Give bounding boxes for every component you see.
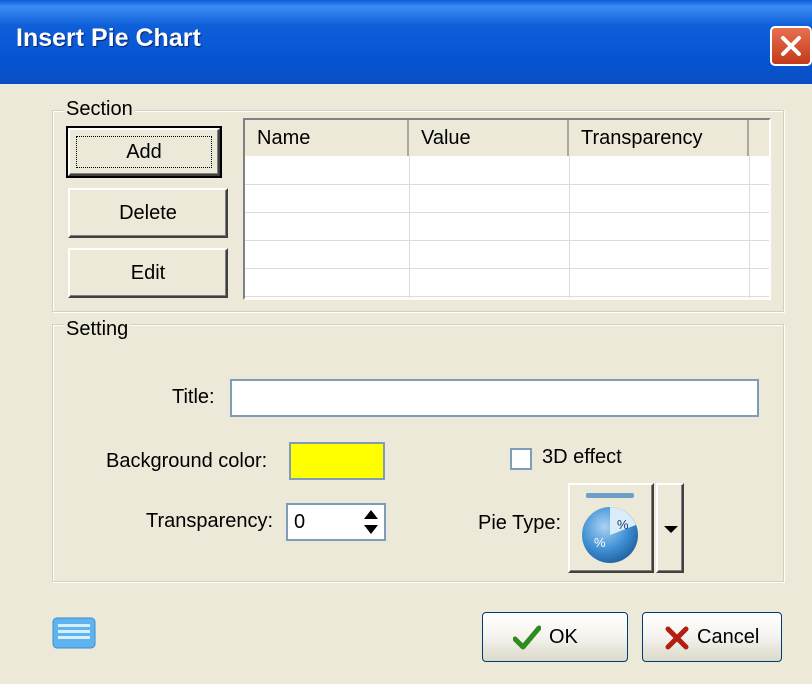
svg-text:%: % <box>594 535 606 550</box>
close-icon <box>781 36 801 56</box>
setting-legend: Setting <box>64 318 131 341</box>
grid-line <box>409 156 410 298</box>
pie-type-label: Pie Type: <box>478 512 562 534</box>
pie-percent-icon: % % <box>582 493 638 563</box>
spinner-arrows-icon[interactable] <box>360 507 382 537</box>
x-icon <box>665 626 689 650</box>
svg-text:%: % <box>617 517 629 532</box>
title-input[interactable] <box>230 379 759 417</box>
ok-button-label: OK <box>549 626 578 648</box>
column-header-name[interactable]: Name <box>245 120 409 156</box>
ok-button[interactable]: OK <box>482 612 628 662</box>
section-legend: Section <box>64 98 135 121</box>
column-header-value[interactable]: Value <box>409 120 569 156</box>
grid-line <box>749 156 750 298</box>
column-header-filler <box>749 120 769 156</box>
close-button[interactable] <box>770 26 812 66</box>
add-button[interactable]: Add <box>66 126 222 178</box>
focus-ring <box>76 136 212 168</box>
cancel-button[interactable]: Cancel <box>642 612 782 662</box>
delete-button[interactable]: Delete <box>68 188 228 238</box>
cancel-button-label: Cancel <box>697 626 760 648</box>
3d-effect-checkbox[interactable] <box>510 448 532 470</box>
column-header-transparency-label: Transparency <box>581 127 703 149</box>
edit-button[interactable]: Edit <box>68 248 228 298</box>
title-label: Title: <box>172 386 215 408</box>
grid-line <box>245 268 769 269</box>
edit-button-label: Edit <box>130 262 166 284</box>
pie-type-dropdown[interactable] <box>656 483 684 573</box>
grid-line <box>245 240 769 241</box>
grid-line <box>569 156 570 298</box>
background-color-picker[interactable] <box>289 442 385 480</box>
transparency-value[interactable]: 0 <box>294 511 305 534</box>
checkmark-icon <box>513 625 541 650</box>
3d-effect-label[interactable]: 3D effect <box>542 446 622 469</box>
grid-line <box>245 296 769 297</box>
column-header-transparency[interactable]: Transparency <box>569 120 749 156</box>
transparency-spinner[interactable]: 0 <box>286 503 386 541</box>
background-color-label: Background color: <box>106 450 268 472</box>
pie-type-button[interactable]: % % <box>568 483 654 573</box>
transparency-label: Transparency: <box>146 510 274 532</box>
grid-line <box>245 184 769 185</box>
grid-line <box>245 212 769 213</box>
column-header-name-label: Name <box>257 127 311 149</box>
chevron-down-icon <box>664 526 678 533</box>
section-table[interactable]: Name Value Transparency <box>243 118 771 300</box>
window-title: Insert Pie Chart <box>16 24 201 52</box>
column-header-value-label: Value <box>421 127 471 149</box>
delete-button-label: Delete <box>119 202 177 224</box>
keyboard-icon[interactable] <box>52 616 96 650</box>
